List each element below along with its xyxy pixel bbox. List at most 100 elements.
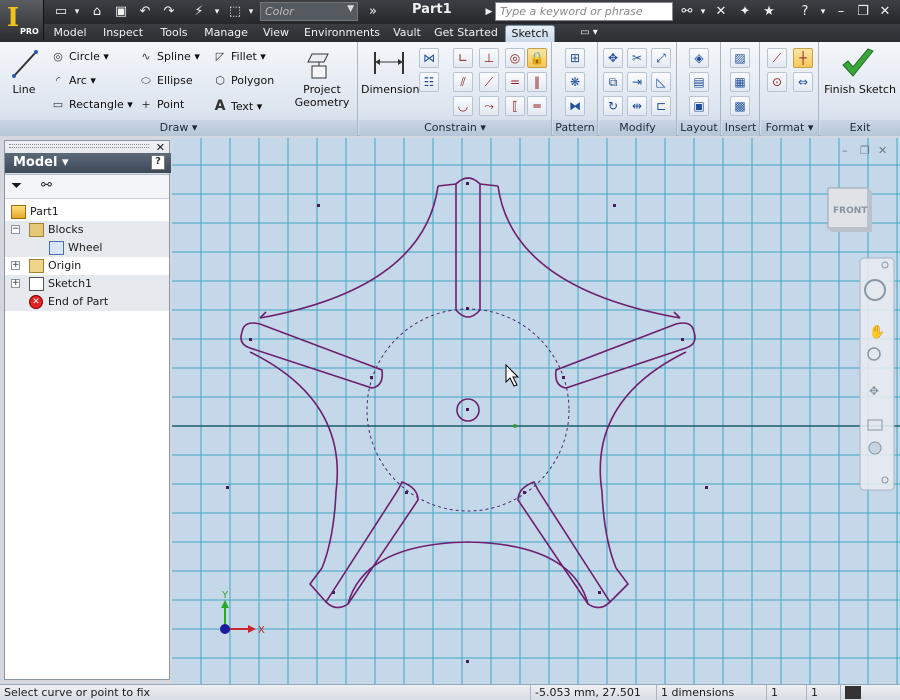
line-icon[interactable] xyxy=(10,48,40,80)
tab-get-started[interactable]: Get Started xyxy=(432,25,500,42)
vertical-constraint-icon[interactable]: ‖ xyxy=(527,72,547,92)
driven-dimension-icon[interactable]: ⇔ xyxy=(793,72,813,92)
make-components-icon[interactable]: ▤ xyxy=(689,72,709,92)
redo-icon[interactable]: ↷ xyxy=(160,3,178,21)
copy-icon[interactable]: ⧉ xyxy=(603,72,623,92)
center-point[interactable] xyxy=(466,408,469,411)
close-window-icon[interactable]: ✕ xyxy=(876,3,894,21)
browser-title[interactable]: Model ▾ xyxy=(5,153,171,173)
viewport-restore-icon[interactable]: ❐ xyxy=(860,144,870,157)
make-part-icon[interactable]: ◈ xyxy=(689,48,709,68)
color-override-select[interactable]: Color ▼ xyxy=(260,2,358,21)
arc-button[interactable]: ◜ Arc ▾ xyxy=(50,74,96,87)
collapse-icon[interactable]: − xyxy=(11,225,20,234)
tangent-constraint-icon[interactable]: ◡ xyxy=(453,96,473,116)
show-constraints-icon[interactable]: ☷ xyxy=(419,72,439,92)
update-dropdown-icon[interactable]: ▾ xyxy=(208,3,226,21)
tab-environments[interactable]: Environments xyxy=(300,25,384,42)
circle-button[interactable]: ◎ Circle ▾ xyxy=(50,50,109,63)
help-search-input[interactable]: Type a keyword or phrase xyxy=(495,2,673,21)
tree-item-end-of-part[interactable]: ✕ End of Part xyxy=(5,293,169,311)
dimension-icon[interactable] xyxy=(371,48,407,78)
viewport-minimize-icon[interactable]: – xyxy=(842,144,848,157)
browser-grip[interactable] xyxy=(9,144,149,148)
tab-vault[interactable]: Vault xyxy=(388,25,426,42)
sketch-canvas[interactable]: Y X – ❐ ✕ FRONT ✋ ✥ xyxy=(172,138,900,684)
coincident-constraint-icon[interactable]: ∟ xyxy=(453,48,473,68)
format-panel-title[interactable]: Format ▾ xyxy=(761,120,818,136)
split-icon[interactable]: ⇹ xyxy=(627,96,647,116)
update-icon[interactable]: ⚡ xyxy=(190,3,208,21)
smooth-constraint-icon[interactable]: ⤳ xyxy=(479,96,499,116)
insert-points-icon[interactable]: ▦ xyxy=(730,72,750,92)
search-dropdown-icon[interactable]: ▾ xyxy=(694,3,712,21)
tree-item-blocks[interactable]: − Blocks xyxy=(5,221,169,239)
help-icon[interactable]: ? xyxy=(796,3,814,21)
rectangular-pattern-icon[interactable]: ⊞ xyxy=(565,48,585,68)
ellipse-button[interactable]: ⬭ Ellipse xyxy=(138,74,192,88)
tab-tools[interactable]: Tools xyxy=(154,25,194,42)
orbit-constrained-icon[interactable] xyxy=(868,441,882,455)
create-block-icon[interactable]: ▣ xyxy=(689,96,709,116)
tab-model[interactable]: Model xyxy=(48,25,92,42)
project-geometry-icon[interactable] xyxy=(306,48,334,82)
graphics-window[interactable]: Y X – ❐ ✕ FRONT ✋ ✥ xyxy=(172,138,900,684)
fix-constraint-icon[interactable]: 🔒 xyxy=(527,48,547,68)
save-icon[interactable]: ▣ xyxy=(112,3,130,21)
tree-item-wheel[interactable]: Wheel xyxy=(5,239,169,257)
checkmark-icon[interactable] xyxy=(840,48,876,80)
fillet-button[interactable]: ◸ Fillet ▾ xyxy=(212,50,266,63)
draw-panel-title[interactable]: Draw ▾ xyxy=(0,120,357,136)
filter-icon[interactable]: ⏷ xyxy=(11,178,22,194)
parallel-constraint-icon[interactable]: ⫽ xyxy=(453,72,473,92)
auto-dimension-icon[interactable]: ⋈ xyxy=(419,48,439,68)
scale-icon[interactable]: ⤢ xyxy=(651,48,671,68)
circular-pattern-icon[interactable]: ❋ xyxy=(565,72,585,92)
trim-icon[interactable]: ✂ xyxy=(627,48,647,68)
application-menu-button[interactable]: I PRO xyxy=(0,0,44,40)
tab-inspect[interactable]: Inspect xyxy=(98,25,148,42)
ribbon-display-toggle-icon[interactable]: ▭ ▾ xyxy=(574,25,604,42)
center-point-icon[interactable]: ⊙ xyxy=(767,72,787,92)
symmetric-constraint-icon[interactable]: ⟦ xyxy=(505,96,525,116)
undo-icon[interactable]: ↶ xyxy=(136,3,154,21)
tree-item-part1[interactable]: Part1 xyxy=(5,203,169,221)
centerline-icon[interactable]: ┼ xyxy=(793,48,813,68)
mirror-icon[interactable]: ⧓ xyxy=(565,96,585,116)
constrain-panel-title[interactable]: Constrain ▾ xyxy=(359,120,551,136)
pan-icon[interactable]: ✋ xyxy=(869,324,885,340)
tab-sketch[interactable]: Sketch xyxy=(505,25,555,42)
polygon-button[interactable]: ⬡ Polygon xyxy=(212,74,274,87)
rectangle-button[interactable]: ▭ Rectangle ▾ xyxy=(50,98,133,111)
help-dropdown-icon[interactable]: ▾ xyxy=(814,3,832,21)
stretch-icon[interactable]: ◺ xyxy=(651,72,671,92)
wheel-sketch[interactable] xyxy=(240,177,696,609)
find-binoculars-icon[interactable]: ⚯ xyxy=(41,178,52,193)
browser-help-button[interactable]: ? xyxy=(151,155,165,170)
tree-item-sketch1[interactable]: + Sketch1 xyxy=(5,275,169,293)
rotate-icon[interactable]: ↻ xyxy=(603,96,623,116)
horizontal-constraint-icon[interactable]: ═ xyxy=(527,96,547,116)
tree-item-origin[interactable]: + Origin xyxy=(5,257,169,275)
favorites-star-icon[interactable]: ★ xyxy=(760,3,778,21)
tab-manage[interactable]: Manage xyxy=(200,25,252,42)
expand-icon[interactable]: + xyxy=(11,279,20,288)
finish-sketch-button[interactable]: Finish Sketch xyxy=(822,83,898,96)
extend-icon[interactable]: ⇥ xyxy=(627,72,647,92)
more-qat-icon[interactable]: » xyxy=(364,3,382,21)
project-geometry-button[interactable]: Project Geometry xyxy=(292,83,352,109)
select-dropdown-icon[interactable]: ▾ xyxy=(242,3,260,21)
construction-icon[interactable]: ⟋ xyxy=(767,48,787,68)
subscription-icon[interactable]: ✦ xyxy=(736,3,754,21)
restore-window-icon[interactable]: ❐ xyxy=(854,3,872,21)
tab-view[interactable]: View xyxy=(258,25,294,42)
minimize-window-icon[interactable]: – xyxy=(832,3,850,21)
move-icon[interactable]: ✥ xyxy=(603,48,623,68)
equal-constraint-icon[interactable]: = xyxy=(505,72,525,92)
orbit-icon[interactable]: ✥ xyxy=(869,384,879,398)
insert-acad-icon[interactable]: ▩ xyxy=(730,96,750,116)
open-icon[interactable]: ⌂ xyxy=(88,3,106,21)
perpendicular-constraint-icon[interactable]: ⊥ xyxy=(479,48,499,68)
new-dropdown-icon[interactable]: ▾ xyxy=(68,3,86,21)
concentric-constraint-icon[interactable]: ◎ xyxy=(505,48,525,68)
